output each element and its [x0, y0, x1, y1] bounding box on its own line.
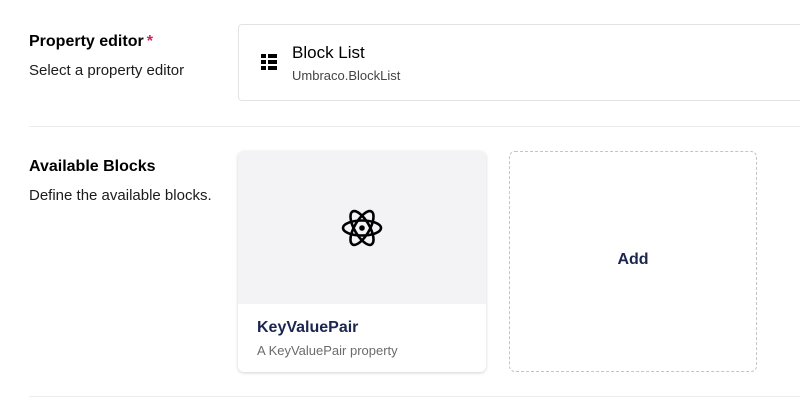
property-editor-label-text: Property editor — [29, 33, 144, 50]
property-editor-alias: Umbraco.BlockList — [292, 68, 401, 83]
selected-property-editor[interactable]: Block List Umbraco.BlockList — [238, 24, 800, 101]
atom-icon — [341, 207, 383, 249]
available-blocks-label: Available Blocks — [29, 158, 156, 175]
block-title: KeyValuePair — [257, 319, 359, 336]
divider — [29, 126, 800, 127]
block-list-icon — [261, 54, 277, 70]
block-description: A KeyValuePair property — [257, 343, 398, 358]
add-block-button[interactable]: Add — [509, 151, 757, 372]
property-editor-label: Property editor * — [29, 33, 153, 51]
divider — [29, 396, 800, 397]
available-blocks-description: Define the available blocks. — [29, 187, 212, 204]
property-editor-name: Block List — [292, 43, 365, 62]
block-card-preview — [238, 151, 486, 304]
property-editor-description: Select a property editor — [29, 62, 185, 79]
add-block-label: Add — [617, 251, 649, 268]
required-mark: * — [146, 33, 153, 50]
content-panel: Property editor * Select a property edito… — [0, 0, 800, 404]
block-card-keyvaluepair[interactable]: KeyValuePair A KeyValuePair property — [238, 151, 486, 372]
